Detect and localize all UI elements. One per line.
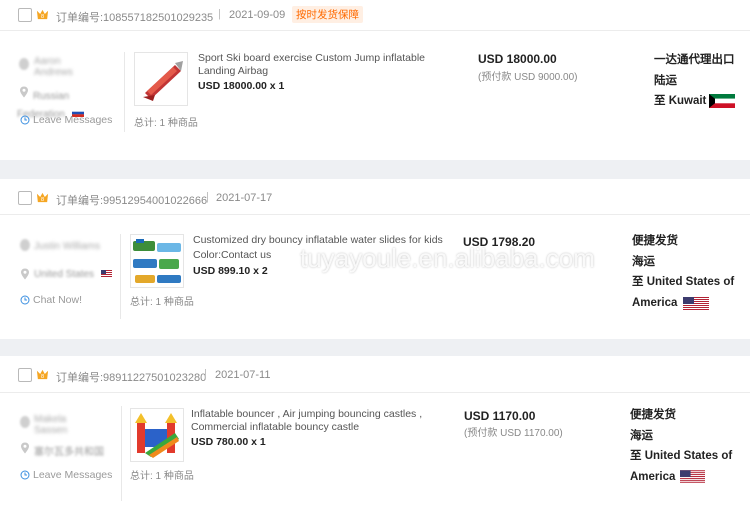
order-number: 订单编号:108557182501029235 xyxy=(56,12,214,24)
buyer-name: Aaron Andrews xyxy=(34,56,73,78)
product-unit-price: USD 18000.00 x 1 xyxy=(198,80,285,92)
divider: | xyxy=(218,8,221,20)
flag-kw-icon xyxy=(709,93,736,108)
divider: | xyxy=(204,368,207,380)
flag-us-icon xyxy=(683,297,709,310)
on-time-shipping-badge: 按时发货保障 xyxy=(292,6,363,23)
buyer-name: Makela Sassen xyxy=(34,414,68,436)
avatar xyxy=(19,58,29,70)
clock-icon xyxy=(20,115,30,125)
divider xyxy=(120,234,121,319)
order-amount: USD 1798.20 xyxy=(463,235,536,249)
order-total-items: 总计: 1 种商品 xyxy=(130,297,194,308)
product-unit-price: USD 780.00 x 1 xyxy=(191,436,266,448)
product-image xyxy=(135,53,187,105)
destination-label: 至 Kuwait xyxy=(654,95,707,107)
location-pin-icon xyxy=(21,268,29,280)
shipping-mode: 海运 xyxy=(632,255,655,268)
order-date: 2021-07-17 xyxy=(216,192,273,204)
order-card: 8 订单编号:108557182501029235 | 2021-09-09 按… xyxy=(0,0,750,160)
divider xyxy=(121,406,122,501)
order-select-checkbox[interactable] xyxy=(18,368,32,382)
buyer-name: Justin Williams xyxy=(34,241,101,252)
product-thumbnail[interactable] xyxy=(130,234,184,288)
leave-messages-label: Leave Messages xyxy=(33,114,113,126)
order-deposit: (预付款 USD 1170.00) xyxy=(464,428,563,439)
order-amount: USD 18000.00 xyxy=(478,52,557,66)
order-deposit: (预付款 USD 9000.00) xyxy=(478,72,578,83)
product-variant: Color:Contact us xyxy=(193,249,272,261)
order-amount: USD 1170.00 xyxy=(464,409,536,423)
product-image xyxy=(131,235,183,287)
product-title-link[interactable]: Sport Ski board exercise Custom Jump inf… xyxy=(198,52,458,78)
shipping-method: 一达通代理出口 xyxy=(654,54,735,66)
location-pin-icon xyxy=(21,442,29,454)
shipping-mode: 海运 xyxy=(630,429,653,442)
order-select-checkbox[interactable] xyxy=(18,191,32,205)
svg-text:8: 8 xyxy=(41,197,44,203)
product-thumbnail[interactable] xyxy=(130,408,184,462)
buyer-country: 塞尔瓦多共和国 xyxy=(34,447,104,458)
shipping-method: 便捷发货 xyxy=(632,235,678,247)
flag-us-icon xyxy=(101,270,112,277)
product-title-link[interactable]: Customized dry bouncy inflatable water s… xyxy=(193,234,463,247)
shipping-destination: 至 Kuwait xyxy=(654,91,736,112)
order-number: 订单编号:99512954001022666 xyxy=(56,195,208,207)
crown-icon: 8 xyxy=(36,369,49,380)
crown-icon: 8 xyxy=(36,192,49,203)
crown-icon: 8 xyxy=(36,9,49,20)
product-title-link[interactable]: Inflatable bouncer , Air jumping bouncin… xyxy=(191,408,441,434)
leave-messages-link[interactable]: Leave Messages xyxy=(20,469,112,481)
order-header: 8 订单编号:98911227501023280 | 2021-07-11 xyxy=(0,356,750,393)
order-select-checkbox[interactable] xyxy=(18,8,32,22)
product-unit-price: USD 899.10 x 2 xyxy=(193,265,268,277)
order-number: 订单编号:98911227501023280 xyxy=(56,372,207,384)
order-card: 8 订单编号:98911227501023280 | 2021-07-11 Ma… xyxy=(0,356,750,520)
order-header: 8 订单编号:108557182501029235 | 2021-09-09 按… xyxy=(0,0,750,31)
divider xyxy=(124,52,125,132)
shipping-method: 便捷发货 xyxy=(630,409,676,421)
order-date: 2021-09-09 xyxy=(229,9,286,21)
order-total-items: 总计: 1 种商品 xyxy=(130,471,194,482)
shipping-info: 一达通代理出口 陆运 至 Kuwait xyxy=(654,50,736,112)
flag-us-icon xyxy=(680,470,705,483)
shipping-mode: 陆运 xyxy=(654,74,677,87)
buyer-country: United States xyxy=(34,269,95,280)
svg-text:8: 8 xyxy=(41,374,44,380)
svg-text:8: 8 xyxy=(41,14,44,20)
clock-icon xyxy=(20,470,30,480)
avatar xyxy=(20,239,30,251)
chat-now-link[interactable]: Chat Now! xyxy=(20,294,82,306)
divider: | xyxy=(206,191,209,203)
clock-icon xyxy=(20,295,30,305)
leave-messages-link[interactable]: Leave Messages xyxy=(20,114,112,126)
leave-messages-label: Leave Messages xyxy=(33,469,113,481)
order-card: 8 订单编号:99512954001022666 | 2021-07-17 Ju… xyxy=(0,179,750,339)
product-thumbnail[interactable] xyxy=(134,52,188,106)
order-total-items: 总计: 1 种商品 xyxy=(134,118,198,129)
order-date: 2021-07-11 xyxy=(215,369,271,381)
product-image xyxy=(131,409,183,461)
chat-now-label: Chat Now! xyxy=(33,294,83,306)
avatar xyxy=(20,416,30,428)
order-header: 8 订单编号:99512954001022666 | 2021-07-17 xyxy=(0,179,750,215)
